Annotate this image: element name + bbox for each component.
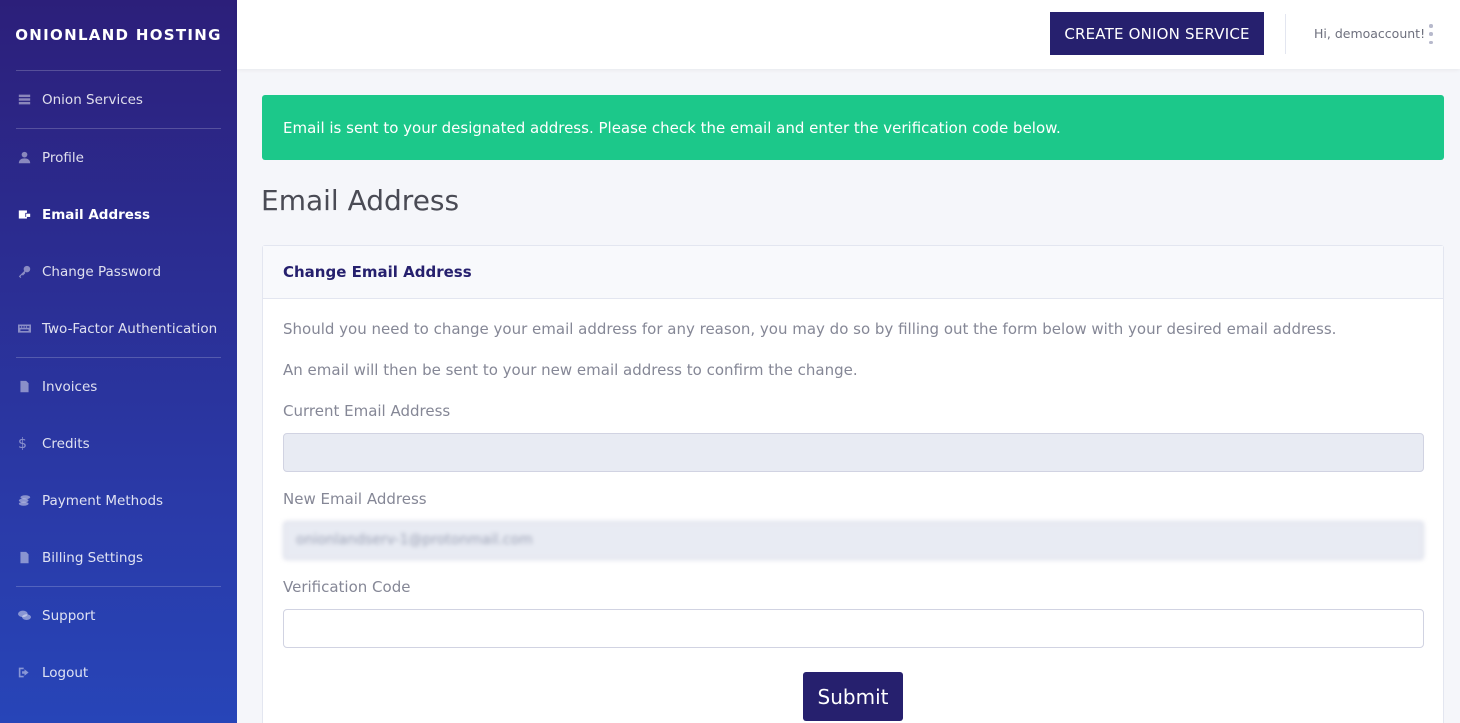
verification-code-label: Verification Code	[283, 578, 411, 596]
sign-out-icon	[18, 666, 42, 679]
sidebar-item-label: Two-Factor Authentication	[42, 320, 218, 337]
topbar-divider	[1285, 14, 1286, 54]
sidebar-item-support[interactable]: Support	[0, 587, 237, 644]
more-options-icon[interactable]	[1428, 24, 1434, 44]
sidebar-item-label: Onion Services	[42, 91, 143, 108]
sidebar-item-profile[interactable]: Profile	[0, 129, 237, 186]
coins-icon	[18, 494, 42, 507]
sidebar-item-billing-settings[interactable]: Billing Settings	[0, 529, 237, 586]
file-invoice-icon	[18, 380, 42, 393]
user-greeting[interactable]: Hi, demoaccount!	[1314, 26, 1425, 41]
sidebar-item-label: Change Password	[42, 263, 162, 280]
topbar: CREATE ONION SERVICE Hi, demoaccount!	[237, 0, 1460, 69]
sidebar-item-label: Payment Methods	[42, 492, 164, 509]
server-icon	[18, 93, 42, 106]
sidebar-item-label: Support	[42, 607, 96, 624]
brand-logo[interactable]: ONIONLAND HOSTING	[0, 0, 237, 70]
sidebar: ONIONLAND HOSTING Onion Services Profile…	[0, 0, 237, 723]
new-email-label: New Email Address	[283, 490, 427, 508]
file-icon	[18, 551, 42, 564]
sidebar-item-two-factor-authentication[interactable]: Two-Factor Authentication	[0, 300, 237, 357]
comments-icon	[18, 609, 42, 622]
mail-icon	[18, 208, 42, 221]
submit-button[interactable]: Submit	[803, 672, 903, 721]
sidebar-item-label: Invoices	[42, 378, 98, 395]
key-icon	[18, 265, 42, 278]
change-email-card: Change Email Address Should you need to …	[262, 245, 1444, 723]
success-alert: Email is sent to your designated address…	[262, 95, 1444, 160]
sidebar-item-label: Profile	[42, 149, 84, 166]
create-onion-service-button[interactable]: CREATE ONION SERVICE	[1050, 12, 1264, 55]
sidebar-item-invoices[interactable]: Invoices	[0, 358, 237, 415]
new-email-field: onionlandserv-1@protonmail.com	[283, 521, 1424, 560]
sidebar-item-change-password[interactable]: Change Password	[0, 243, 237, 300]
page-title: Email Address	[261, 184, 460, 217]
sidebar-item-onion-services[interactable]: Onion Services	[0, 71, 237, 128]
sidebar-item-label: Credits	[42, 435, 90, 452]
sidebar-item-label: Email Address	[42, 206, 151, 223]
description-paragraph: An email will then be sent to your new e…	[283, 361, 858, 379]
card-header: Change Email Address	[263, 246, 1443, 299]
keyboard-icon	[18, 322, 42, 335]
alert-message: Email is sent to your designated address…	[283, 118, 1061, 137]
current-email-field	[283, 433, 1424, 472]
description-paragraph: Should you need to change your email add…	[283, 320, 1337, 338]
sidebar-item-label: Billing Settings	[42, 549, 144, 566]
current-email-label: Current Email Address	[283, 402, 451, 420]
sidebar-item-logout[interactable]: Logout	[0, 644, 237, 701]
sidebar-item-credits[interactable]: $ Credits	[0, 415, 237, 472]
sidebar-item-email-address[interactable]: Email Address	[0, 186, 237, 243]
sidebar-item-payment-methods[interactable]: Payment Methods	[0, 472, 237, 529]
verification-code-input[interactable]	[283, 609, 1424, 648]
user-icon	[18, 151, 42, 164]
dollar-icon: $	[18, 435, 27, 452]
sidebar-item-label: Logout	[42, 664, 89, 681]
